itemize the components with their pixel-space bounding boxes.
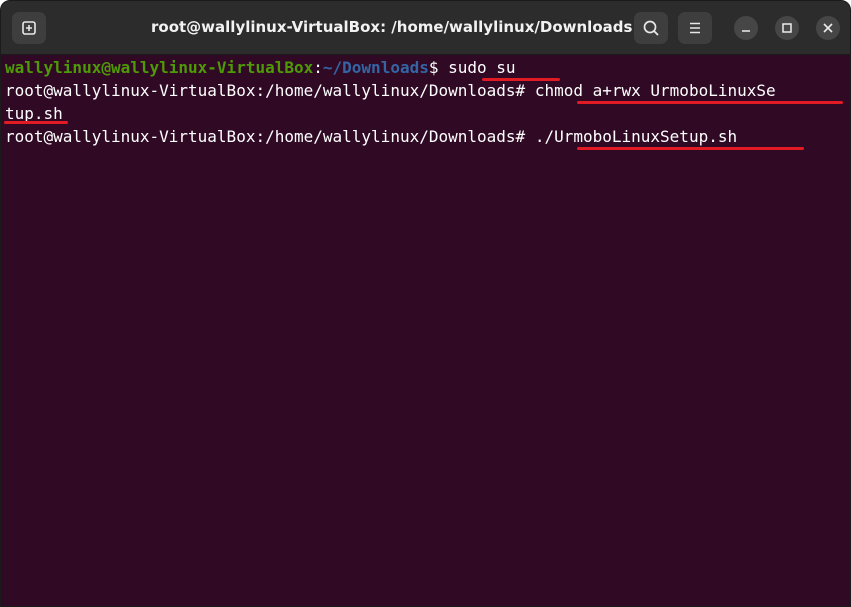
new-tab-icon <box>22 21 36 35</box>
command-chmod: chmod a+rwx UrmoboLinuxSe <box>534 81 776 100</box>
prompt-symbol: $ <box>428 58 449 77</box>
root-prompt: root@wallylinux-VirtualBox:/home/wallyli… <box>5 81 535 100</box>
close-button[interactable] <box>816 16 840 40</box>
menu-button[interactable] <box>678 12 712 44</box>
annotation-underline-setup <box>577 147 804 150</box>
hamburger-menu-icon <box>690 22 700 34</box>
annotation-underline-chmod-wrap <box>4 121 68 124</box>
annotation-underline-sudo <box>482 78 560 81</box>
minimize-button[interactable] <box>734 16 758 40</box>
terminal-window: root@wallylinux-VirtualBox: /home/wallyl… <box>0 0 851 607</box>
window-title: root@wallylinux-VirtualBox: /home/wallyl… <box>151 18 633 36</box>
maximize-icon <box>782 23 792 33</box>
root-prompt: root@wallylinux-VirtualBox:/home/wallyli… <box>5 127 535 146</box>
terminal-line-2: root@wallylinux-VirtualBox:/home/wallyli… <box>5 79 776 102</box>
search-icon <box>643 20 659 36</box>
search-button[interactable] <box>634 12 668 44</box>
terminal-output[interactable]: wallylinux@wallylinux-VirtualBox:~/Downl… <box>1 55 850 606</box>
title-bar: root@wallylinux-VirtualBox: /home/wallyl… <box>1 1 850 55</box>
annotation-underline-chmod <box>577 101 843 104</box>
command-run-setup: ./UrmoboLinuxSetup.sh <box>534 127 738 146</box>
close-icon <box>823 23 833 33</box>
prompt-colon: : <box>313 58 323 77</box>
minimize-icon <box>742 30 750 32</box>
prompt-user-host: wallylinux@wallylinux-VirtualBox <box>5 58 314 77</box>
command-sudo-su: sudo su <box>448 58 516 77</box>
maximize-button[interactable] <box>775 16 799 40</box>
terminal-line-4: root@wallylinux-VirtualBox:/home/wallyli… <box>5 125 737 148</box>
prompt-path: ~/Downloads <box>322 58 429 77</box>
new-tab-button[interactable] <box>12 12 46 44</box>
terminal-line-1: wallylinux@wallylinux-VirtualBox:~/Downl… <box>5 56 516 79</box>
